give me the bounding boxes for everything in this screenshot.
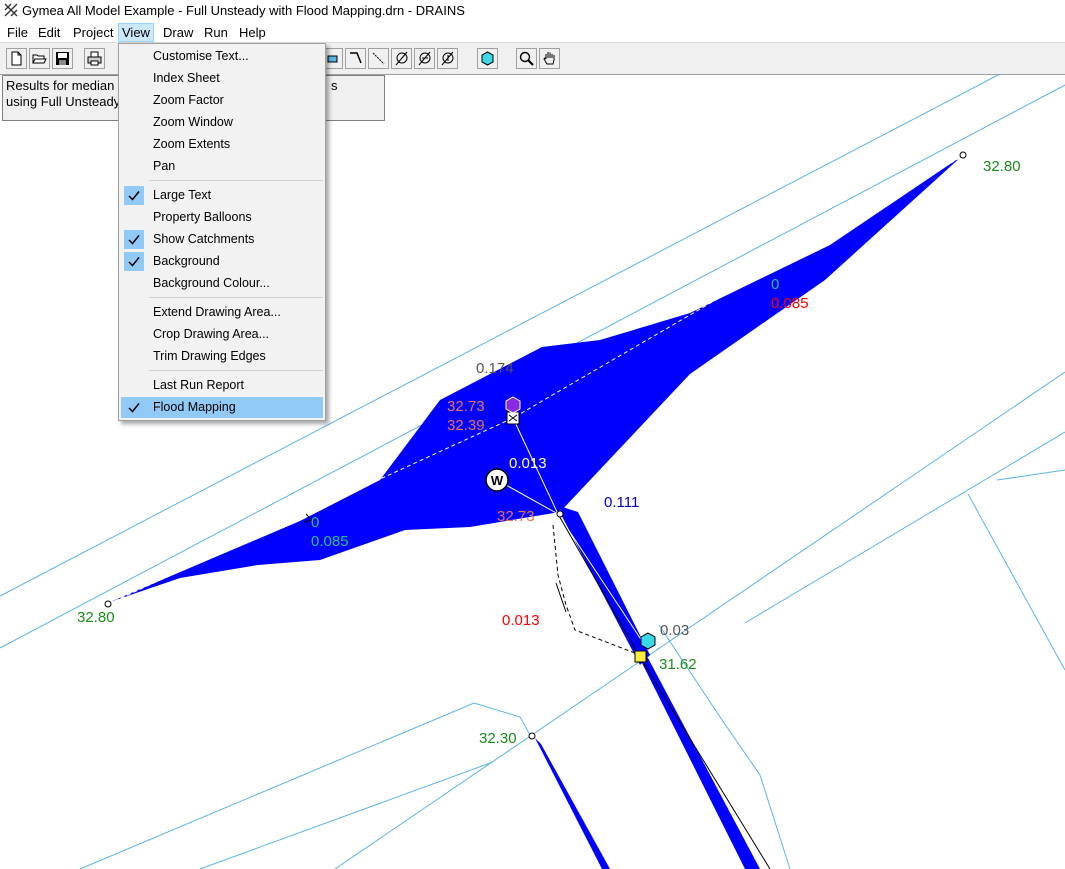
link-tool-button[interactable] [345,48,366,69]
print-icon [87,51,102,66]
label-pipe-flow-center: 0.013 [509,455,547,472]
label-pit-hgl-2: 32.39 [447,417,485,434]
menu-separator [149,297,323,298]
menu-item-background-colour[interactable]: Background Colour... [121,273,323,294]
pan-hand-icon [543,52,555,65]
menu-item-zoom-window[interactable]: Zoom Window [121,112,323,133]
zoom-button[interactable] [516,48,537,69]
menu-item-trim-drawing-edges[interactable]: Trim Drawing Edges [121,346,323,367]
menu-help[interactable]: Help [236,24,269,41]
pipe-tool-icon [372,52,385,65]
menu-item-index-sheet[interactable]: Index Sheet [121,68,323,89]
pipe-tool-button[interactable] [368,48,389,69]
pit-tool-2-button[interactable] [414,48,435,69]
menu-item-property-balloons[interactable]: Property Balloons [121,207,323,228]
label-junction-hgl: 32.73 [497,508,535,525]
label-elev-top-right: 32.80 [983,158,1021,175]
checkmark-icon [124,186,144,205]
pit-tool-button[interactable] [391,48,412,69]
checkmark-icon [124,252,144,271]
node-tool-icon [327,55,338,63]
menu-item-background[interactable]: Background [121,251,323,272]
open-folder-icon [32,54,47,64]
checkmark-icon [124,398,144,417]
zoom-icon [519,51,534,66]
label-elev-left: 32.80 [77,609,115,626]
svg-text:W: W [491,473,504,488]
menu-separator [149,370,323,371]
menu-file[interactable]: File [4,24,31,41]
label-flow-left-0: 0 [311,514,320,531]
catchment-hex-icon [481,51,494,66]
menu-item-last-run-report[interactable]: Last Run Report [121,375,323,396]
menu-run[interactable]: Run [201,24,231,41]
pit-tool-2-icon [418,51,431,66]
menu-draw[interactable]: Draw [160,24,196,41]
menu-item-show-catchments[interactable]: Show Catchments [121,229,323,250]
print-button[interactable] [84,48,105,69]
menu-item-flood-mapping[interactable]: Flood Mapping [121,397,323,418]
menu-edit[interactable]: Edit [35,24,63,41]
new-file-icon [11,51,22,66]
menu-bar: File Edit Project View Draw Run Help [0,22,1065,42]
catchment-tool-button[interactable] [477,48,498,69]
label-flow-right-red: 0.085 [771,295,809,312]
link-tool-icon [350,52,362,64]
menu-item-zoom-factor[interactable]: Zoom Factor [121,90,323,111]
save-icon [56,52,69,65]
new-file-button[interactable] [6,48,27,69]
label-blue-flow: 0.111 [604,494,640,511]
pan-button[interactable] [539,48,560,69]
menu-item-zoom-extents[interactable]: Zoom Extents [121,134,323,155]
menu-item-pan[interactable]: Pan [121,156,323,177]
menu-separator [149,180,323,181]
menu-view[interactable]: View [118,23,154,42]
label-elev-bottom: 32.30 [479,730,517,747]
window-title: Gymea All Model Example - Full Unsteady … [22,3,465,18]
pit-tool-icon [395,51,408,66]
menu-project[interactable]: Project [70,24,116,41]
label-overflow-red: 0.013 [502,612,540,629]
menu-item-extend-drawing-area[interactable]: Extend Drawing Area... [121,302,323,323]
view-dropdown-menu: Customise Text... Index Sheet Zoom Facto… [118,43,326,421]
menu-item-crop-drawing-area[interactable]: Crop Drawing Area... [121,324,323,345]
label-flow-center: 0.174 [476,360,514,377]
label-flow-right-0: 0 [771,276,780,293]
drains-app-icon [4,3,18,17]
title-bar: Gymea All Model Example - Full Unsteady … [0,0,1065,22]
open-file-button[interactable] [29,48,50,69]
pit-tool-3-icon [441,51,454,66]
save-button[interactable] [52,48,73,69]
label-pit-hgl-1: 32.73 [447,398,485,415]
label-pit2-elev: 31.62 [659,656,697,673]
menu-item-customise-text[interactable]: Customise Text... [121,46,323,67]
label-pit2-flow: 0.03 [660,622,690,639]
menu-item-large-text[interactable]: Large Text [121,185,323,206]
label-flow-left: 0.085 [311,533,349,550]
checkmark-icon [124,230,144,249]
pit-tool-3-button[interactable] [437,48,458,69]
